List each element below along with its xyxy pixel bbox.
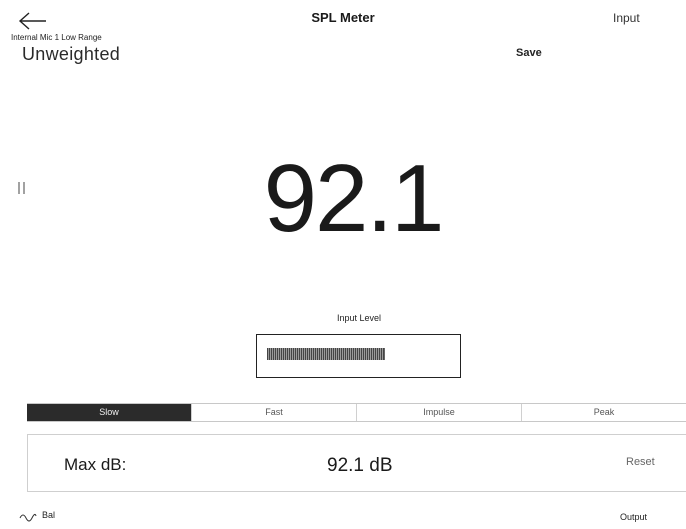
max-db-label: Max dB: — [64, 455, 127, 474]
input-level-meter — [256, 334, 461, 378]
reset-button[interactable]: Reset — [626, 456, 655, 468]
input-level-fill — [267, 348, 384, 360]
input-device-label: Internal Mic 1 Low Range — [11, 33, 102, 42]
weighting-label[interactable]: Unweighted — [22, 44, 120, 65]
bal-label[interactable]: Bal — [42, 510, 55, 520]
input-level-peak-marker — [384, 348, 385, 360]
mode-slow[interactable]: Slow — [27, 404, 191, 421]
bal-button[interactable] — [19, 511, 37, 523]
sine-wave-icon — [19, 513, 37, 522]
page-title: SPL Meter — [311, 10, 375, 25]
save-button[interactable]: Save — [516, 47, 542, 59]
input-level-track — [267, 348, 450, 360]
input-level-label: Input Level — [336, 313, 382, 323]
max-db-panel: Max dB: 92.1 dB Reset — [27, 434, 686, 492]
output-button[interactable]: Output — [620, 512, 647, 522]
response-mode-selector: Slow Fast Impulse Peak — [27, 403, 686, 422]
mode-fast[interactable]: Fast — [191, 404, 356, 421]
mode-peak[interactable]: Peak — [521, 404, 686, 421]
mode-impulse[interactable]: Impulse — [356, 404, 521, 421]
spl-reading: 92.1 — [263, 145, 445, 252]
max-db-value: 92.1 dB — [327, 455, 393, 476]
input-button[interactable]: Input — [613, 11, 640, 25]
